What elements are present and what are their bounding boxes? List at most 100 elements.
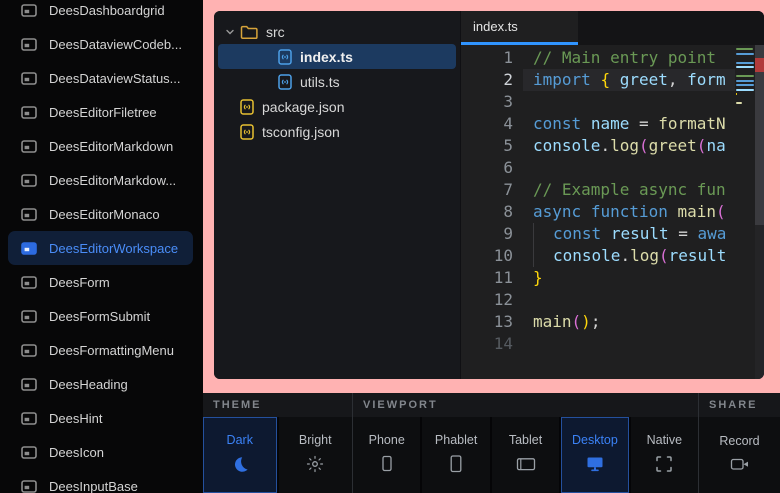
code-token: result — [669, 246, 727, 265]
file-code-icon — [278, 49, 292, 65]
sidebar-item-deesdataviewstatus[interactable]: DeesDataviewStatus... — [8, 61, 193, 95]
code-line: 14 — [461, 333, 735, 355]
phablet-button[interactable]: Phablet — [422, 417, 491, 493]
code-line: 7// Example async fun — [461, 179, 735, 201]
sidebar-item-deesformsubmit[interactable]: DeesFormSubmit — [8, 299, 193, 333]
sidebar-item-deeseditorworkspace[interactable]: DeesEditorWorkspace — [8, 231, 193, 265]
code-text: main(); — [533, 311, 600, 333]
phone-button[interactable]: Phone — [353, 417, 422, 493]
sidebar-item-deeseditormarkdow[interactable]: DeesEditorMarkdow... — [8, 163, 193, 197]
line-number: 7 — [461, 179, 513, 201]
code-text: console.log(greet(na — [533, 135, 726, 157]
moon-icon — [231, 455, 249, 478]
sidebar-item-deesinputbase[interactable]: DeesInputBase — [8, 469, 193, 493]
sidebar-item-label: DeesIcon — [49, 445, 104, 460]
line-number: 4 — [461, 113, 513, 135]
tree-item-label: tsconfig.json — [262, 124, 340, 140]
toolbar-buttons: DarkBright — [203, 417, 352, 493]
tab-index-ts[interactable]: index.ts — [461, 11, 578, 45]
code-text: const result = awa — [533, 223, 726, 245]
code-line: 1// Main entry point — [461, 47, 735, 69]
line-number: 12 — [461, 289, 513, 311]
window-icon — [21, 106, 37, 119]
code-token: async — [533, 202, 581, 221]
code-token — [581, 202, 591, 221]
file-code-icon — [278, 74, 292, 90]
code-token: name — [591, 114, 630, 133]
sidebar-item-deesformattingmenu[interactable]: DeesFormattingMenu — [8, 333, 193, 367]
minimap-line — [736, 75, 754, 77]
code-token: ( — [697, 136, 707, 155]
sidebar-item-deeseditormonaco[interactable]: DeesEditorMonaco — [8, 197, 193, 231]
toolbar-buttons: Record — [699, 417, 780, 493]
sidebar-item-deesheading[interactable]: DeesHeading — [8, 367, 193, 401]
minimap-line — [736, 102, 742, 104]
code-token: const — [553, 224, 601, 243]
window-icon — [21, 480, 37, 493]
sidebar-item-label: DeesHeading — [49, 377, 128, 392]
code-line: 5 console.log(greet(na — [461, 135, 735, 157]
native-icon — [655, 455, 673, 478]
code-area[interactable]: 1// Main entry point2import { greet, for… — [461, 45, 735, 379]
code-token: ( — [572, 312, 582, 331]
code-token: ) — [581, 312, 591, 331]
code-token: console — [533, 136, 600, 155]
dark-button[interactable]: Dark — [203, 417, 279, 493]
code-token: // Main entry point — [533, 48, 716, 67]
code-line: 12 — [461, 289, 735, 311]
code-line: 2import { greet, form — [461, 69, 735, 91]
code-line: 10console.log(result — [461, 245, 735, 267]
window-icon — [21, 412, 37, 425]
tablet-button[interactable]: Tablet — [492, 417, 561, 493]
sidebar-item-deesdataviewcodeb[interactable]: DeesDataviewCodeb... — [8, 27, 193, 61]
toolbar-section-header: VIEWPORT — [353, 393, 698, 417]
component-sidebar: DeesDashboardgridDeesDataviewCodeb...Dee… — [0, 0, 203, 493]
tree-file-package-json[interactable]: package.json — [218, 94, 456, 119]
sidebar-item-label: DeesEditorMarkdow... — [49, 173, 176, 188]
sidebar-item-label: DeesEditorMonaco — [49, 207, 160, 222]
code-token: = — [629, 114, 658, 133]
code-token: } — [533, 268, 543, 287]
native-button[interactable]: Native — [631, 417, 698, 493]
tree-file-index-ts[interactable]: index.ts — [218, 44, 456, 69]
code-text: // Main entry point — [533, 47, 716, 69]
sidebar-item-label: DeesFormSubmit — [49, 309, 150, 324]
tree-file-tsconfig-json[interactable]: tsconfig.json — [218, 119, 456, 144]
sidebar-item-deeseditorfiletree[interactable]: DeesEditorFiletree — [8, 95, 193, 129]
minimap[interactable] — [735, 45, 755, 379]
sidebar-item-deeseditormarkdown[interactable]: DeesEditorMarkdown — [8, 129, 193, 163]
tree-folder-src[interactable]: src — [218, 19, 456, 44]
editor-body: 1// Main entry point2import { greet, for… — [461, 45, 764, 379]
sidebar-item-deesform[interactable]: DeesForm — [8, 265, 193, 299]
code-token — [668, 202, 678, 221]
sidebar-item-deeshint[interactable]: DeesHint — [8, 401, 193, 435]
toolbar-section-label: THEME — [213, 399, 262, 411]
tree-file-utils-ts[interactable]: utils.ts — [218, 69, 456, 94]
sun-icon — [306, 455, 324, 478]
sidebar-item-label: DeesEditorWorkspace — [49, 241, 178, 256]
window-icon — [21, 4, 37, 17]
code-token: main — [533, 312, 572, 331]
vertical-scrollbar[interactable] — [755, 45, 764, 379]
sidebar-item-deesdashboardgrid[interactable]: DeesDashboardgrid — [8, 0, 193, 27]
code-token: ( — [639, 136, 649, 155]
sidebar-item-label: DeesInputBase — [49, 479, 138, 493]
code-token: function — [591, 202, 668, 221]
record-button[interactable]: Record — [699, 417, 780, 493]
button-label: Phone — [369, 433, 405, 447]
file-tree-panel: srcindex.tsutils.tspackage.json tsconfig.… — [214, 11, 461, 379]
scrollbar-slider[interactable] — [755, 45, 764, 225]
code-token: { — [600, 70, 610, 89]
line-number: 5 — [461, 135, 513, 157]
code-token: awa — [698, 224, 727, 243]
button-label: Native — [647, 433, 682, 447]
sidebar-item-deesicon[interactable]: DeesIcon — [8, 435, 193, 469]
file-code-icon — [240, 99, 254, 115]
line-number: 3 — [461, 91, 513, 113]
bright-button[interactable]: Bright — [279, 417, 353, 493]
desktop-button[interactable]: Desktop — [561, 417, 630, 493]
toolbar-section-theme: THEME DarkBright — [203, 393, 352, 493]
code-token: result — [611, 224, 669, 243]
code-text: const name = formatN — [533, 113, 726, 135]
sidebar-item-label: DeesFormattingMenu — [49, 343, 174, 358]
